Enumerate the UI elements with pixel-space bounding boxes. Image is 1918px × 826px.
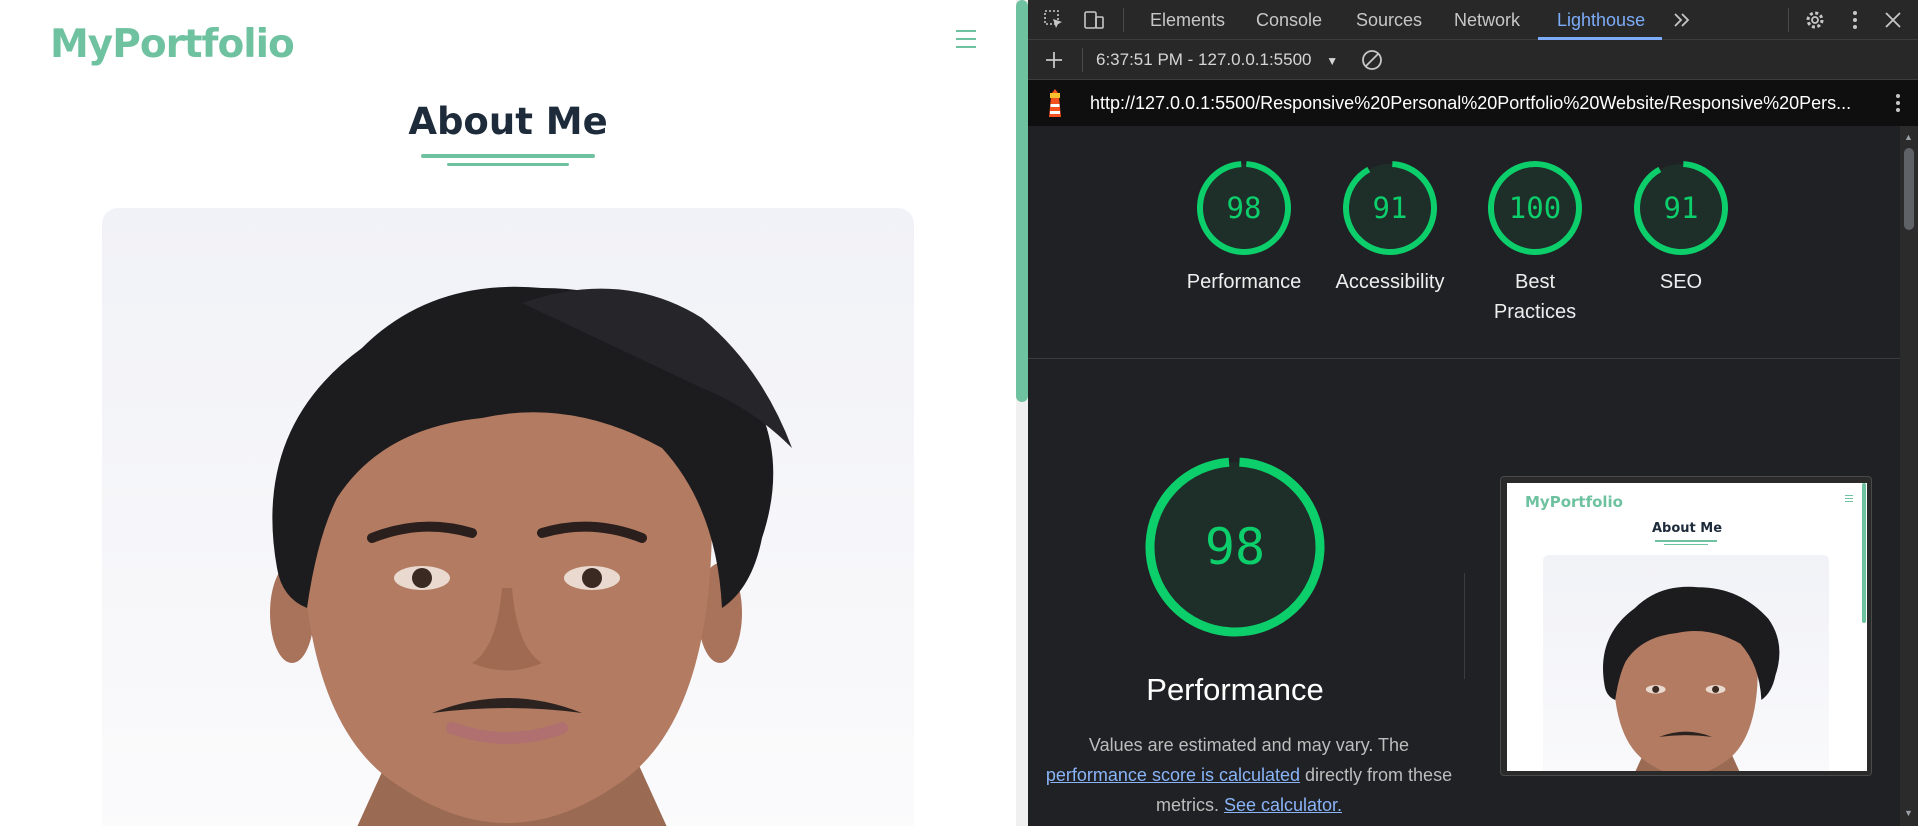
final-screenshot-thumbnail[interactable]: MyPortfolio About Me xyxy=(1500,476,1872,776)
score-label: Accessibility xyxy=(1335,271,1445,293)
report-scrollbar-track[interactable]: ▲ ▼ xyxy=(1900,126,1918,826)
settings-gear-icon[interactable] xyxy=(1803,8,1827,32)
score-gauge-accessibility[interactable]: 91 xyxy=(1340,158,1440,258)
tab-lighthouse[interactable]: Lighthouse xyxy=(1557,0,1645,40)
score-value: 91 xyxy=(1372,191,1408,225)
see-calculator-link[interactable]: See calculator. xyxy=(1224,795,1342,815)
score-value: 98 xyxy=(1226,191,1262,225)
report-scrollbar-thumb[interactable] xyxy=(1904,148,1914,230)
thumbnail-photo xyxy=(1543,555,1829,771)
url-kebab-menu-icon[interactable] xyxy=(1890,91,1906,120)
lighthouse-report: 98 Performance 91 Accessibility 100 Best… xyxy=(1028,126,1900,826)
chevron-double-right-icon[interactable] xyxy=(1670,8,1694,32)
portfolio-website: MyPortfolio About Me xyxy=(0,0,1016,826)
desc-text: Values are estimated and may vary. The xyxy=(1088,735,1410,755)
profile-photo xyxy=(102,208,914,826)
report-url[interactable]: http://127.0.0.1:5500/Responsive%20Perso… xyxy=(1090,80,1880,126)
score-label: Performance xyxy=(1186,271,1302,293)
score-gauge-best-practices[interactable]: 100 xyxy=(1485,158,1585,258)
desc-text: directly from these xyxy=(1305,765,1453,785)
title-underline-secondary xyxy=(447,163,569,166)
section-divider xyxy=(1028,358,1900,359)
devtools-tabbar: Elements Console Sources Network Lightho… xyxy=(1028,0,1918,40)
score-value: 100 xyxy=(1508,191,1562,225)
report-url-bar: http://127.0.0.1:5500/Responsive%20Perso… xyxy=(1028,80,1918,126)
title-underline xyxy=(421,154,595,158)
score-label-line: Practices xyxy=(1493,301,1577,323)
tab-sources[interactable]: Sources xyxy=(1356,0,1422,40)
report-selector-label: 6:37:51 PM - 127.0.0.1:5500 xyxy=(1096,50,1312,69)
tab-network[interactable]: Network xyxy=(1454,0,1520,40)
desc-text: metrics. xyxy=(1155,795,1219,815)
portrait-illustration xyxy=(270,286,792,826)
score-gauge-seo[interactable]: 91 xyxy=(1631,158,1731,258)
performance-gauge: 98 xyxy=(1143,455,1327,639)
score-value: 91 xyxy=(1663,191,1699,225)
plus-icon[interactable] xyxy=(1042,48,1066,72)
thumbnail-logo: MyPortfolio xyxy=(1525,493,1623,511)
hamburger-menu-icon[interactable] xyxy=(956,30,982,52)
performance-title: Performance xyxy=(1146,672,1324,707)
inspect-element-icon[interactable] xyxy=(1042,8,1066,32)
score-calculation-link[interactable]: performance score is calculated xyxy=(1046,765,1300,785)
caret-down-icon: ▼ xyxy=(1326,54,1339,68)
clear-all-icon[interactable] xyxy=(1360,48,1384,72)
thumbnail-title: About Me xyxy=(1651,521,1723,536)
devtools-panel: Elements Console Sources Network Lightho… xyxy=(1028,0,1918,826)
site-logo[interactable]: MyPortfolio xyxy=(50,22,295,67)
tab-elements[interactable]: Elements xyxy=(1150,0,1225,40)
close-icon[interactable] xyxy=(1881,8,1905,32)
tab-console[interactable]: Console xyxy=(1256,0,1322,40)
score-label: SEO xyxy=(1659,271,1703,293)
device-toolbar-icon[interactable] xyxy=(1082,8,1106,32)
thumbnail-scrollbar xyxy=(1862,483,1866,623)
performance-score: 98 xyxy=(1204,518,1266,576)
score-label-line: Best xyxy=(1514,271,1556,293)
thumbnail-menu-icon xyxy=(1845,495,1853,504)
lighthouse-toolbar: 6:37:51 PM - 127.0.0.1:5500 ▼ xyxy=(1028,40,1918,80)
performance-description: Values are estimated and may vary. The p… xyxy=(1042,730,1456,820)
report-selector[interactable]: 6:37:51 PM - 127.0.0.1:5500 ▼ xyxy=(1096,40,1338,80)
vertical-divider xyxy=(1464,573,1465,679)
score-gauge-performance[interactable]: 98 xyxy=(1194,158,1294,258)
score-label: Best Practices xyxy=(1465,267,1605,327)
site-scrollbar-thumb[interactable] xyxy=(1016,0,1028,402)
kebab-menu-icon[interactable] xyxy=(1843,8,1867,32)
lighthouse-logo-icon xyxy=(1042,87,1068,119)
about-section-title: About Me xyxy=(408,100,608,143)
